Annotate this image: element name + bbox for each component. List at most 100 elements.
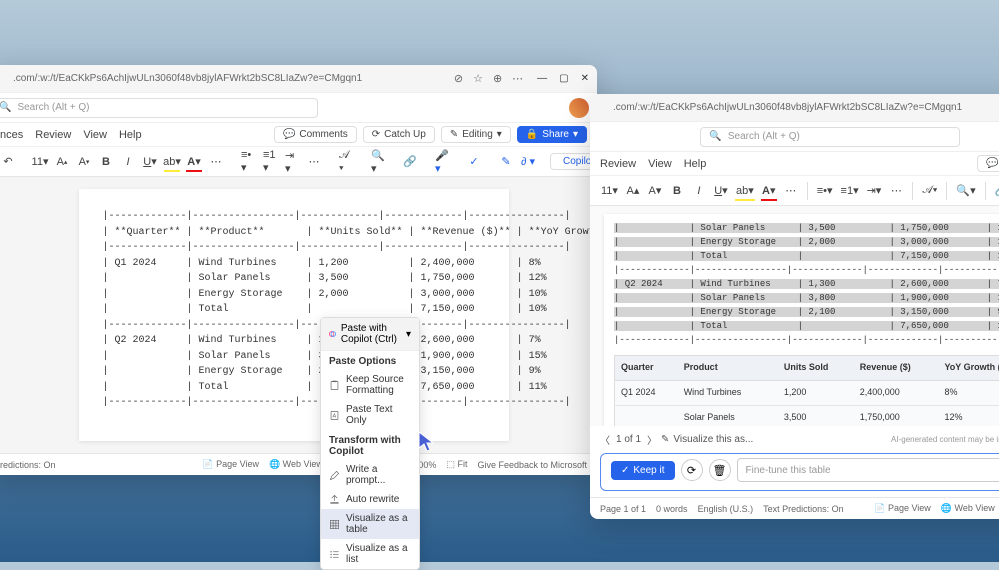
- paste-text-only[interactable]: A Paste Text Only: [321, 400, 419, 430]
- font-color-button[interactable]: A ▾: [184, 151, 204, 173]
- italic-button[interactable]: I: [118, 151, 138, 173]
- pageview-button[interactable]: 📄 Page View: [874, 503, 931, 514]
- menu-review[interactable]: Review: [35, 129, 71, 141]
- indent-button[interactable]: ⇥▾: [864, 180, 885, 202]
- collections-icon[interactable]: ⊕: [493, 72, 502, 85]
- page-count[interactable]: Page 1 of 1: [600, 504, 646, 514]
- viz-as-label[interactable]: Visualize this as...: [673, 434, 753, 445]
- italic-button[interactable]: I: [689, 180, 709, 202]
- styles-button[interactable]: 𝒜▾: [919, 180, 940, 202]
- next-button[interactable]: 〉: [647, 432, 657, 447]
- designer-button[interactable]: ✎: [496, 151, 516, 173]
- link-button[interactable]: 🔗: [992, 180, 999, 202]
- dictate-button[interactable]: 🎤 ▾: [432, 151, 452, 173]
- comments-button[interactable]: 💬 Comments: [977, 155, 999, 172]
- link-button[interactable]: 🔗: [400, 151, 420, 173]
- shrink-font-button[interactable]: A▾: [645, 180, 665, 202]
- font-color-button[interactable]: A▾: [759, 180, 779, 202]
- copilot-icon: [329, 328, 336, 340]
- fit-button[interactable]: ⬚ Fit: [446, 459, 467, 470]
- titlebar-icons: ⊘ ☆ ⊕ ⋯: [450, 72, 527, 85]
- comments-button[interactable]: 💬 Comments: [274, 126, 357, 143]
- word-count[interactable]: 0 words: [656, 504, 688, 514]
- bold-button[interactable]: B: [96, 151, 116, 173]
- keep-source-formatting[interactable]: Keep Source Formatting: [321, 370, 419, 400]
- more-icon[interactable]: ⋯: [512, 72, 523, 85]
- th-revenue: Revenue ($): [854, 356, 939, 381]
- share-button[interactable]: 🔒 Share ▾: [517, 126, 587, 143]
- find-button[interactable]: 🔍▾: [953, 180, 978, 202]
- designer-dropdown[interactable]: ∂ ▾: [518, 151, 538, 173]
- visualize-as-list[interactable]: Visualize as a list: [321, 539, 419, 569]
- discard-button[interactable]: 🗑: [709, 459, 731, 481]
- editor-button[interactable]: ✓: [464, 151, 484, 173]
- catchup-button[interactable]: ⟳ Catch Up: [363, 126, 435, 143]
- underline-button[interactable]: U ▾: [140, 151, 160, 173]
- bullets-button[interactable]: ≡• ▾: [238, 151, 258, 173]
- indent-button[interactable]: ⇥ ▾: [282, 151, 302, 173]
- more-font-button[interactable]: ⋯: [781, 180, 801, 202]
- auto-rewrite[interactable]: Auto rewrite: [321, 490, 419, 509]
- close-button[interactable]: ✕: [581, 73, 589, 84]
- finetune-input[interactable]: Fine-tune this table ➤: [737, 458, 999, 482]
- more-para-button[interactable]: ⋯: [304, 151, 324, 173]
- document-canvas: |-------------|-----------------|-------…: [0, 177, 597, 453]
- webview-button[interactable]: 🌐 Web View: [269, 459, 323, 470]
- minimize-button[interactable]: —: [537, 73, 547, 84]
- document-page[interactable]: |-------------|-----------------|-------…: [79, 189, 509, 441]
- menu-view[interactable]: View: [83, 129, 107, 141]
- editing-button[interactable]: ✎ Editing ▾: [441, 126, 511, 143]
- find-button[interactable]: 🔍 ▾: [368, 151, 388, 173]
- prev-button[interactable]: 〈: [600, 432, 610, 447]
- more-para-button[interactable]: ⋯: [886, 180, 906, 202]
- titlebar: .com/:w:/t/EaCKkPs6AchIjwULn3060f48vb8jy…: [0, 65, 597, 93]
- menu-review[interactable]: Review: [600, 158, 636, 170]
- more-font-button[interactable]: ⋯: [206, 151, 226, 173]
- grow-font-button[interactable]: A▴: [623, 180, 643, 202]
- menubar: nces Review View Help 💬 Comments ⟳ Catch…: [0, 123, 597, 147]
- fontsize-field[interactable]: 11 ▾: [30, 151, 50, 173]
- search-input[interactable]: 🔍 Search (Alt + Q): [700, 127, 959, 147]
- highlight-button[interactable]: ab ▾: [162, 151, 182, 173]
- list-icon: [329, 549, 340, 560]
- highlight-button[interactable]: ab▾: [733, 180, 757, 202]
- document-page[interactable]: | | Solar Panels | 3,500 | 1,750,000 | 1…: [604, 214, 999, 426]
- styles-button[interactable]: 𝒜 ▾: [336, 151, 356, 173]
- menu-references[interactable]: nces: [0, 129, 23, 141]
- doc-line: | Q1 2024 | Wind Turbines | 1,200 | 2,40…: [103, 256, 485, 272]
- clipboard-icon: [329, 380, 340, 391]
- feedback-link[interactable]: Give Feedback to Microsoft: [477, 460, 587, 470]
- webview-button[interactable]: 🌐 Web View: [941, 503, 995, 514]
- menu-view[interactable]: View: [648, 158, 672, 170]
- avatar[interactable]: [569, 98, 589, 118]
- ctxmenu-header[interactable]: Paste with Copilot (Ctrl) ▾: [321, 318, 419, 351]
- write-prompt[interactable]: Write a prompt...: [321, 460, 419, 490]
- pageview-button[interactable]: 📄 Page View: [202, 459, 259, 470]
- titlebar: .com/:w:/t/EaCKkPs6AchIjwULn3060f48vb8jy…: [590, 94, 999, 122]
- undo-button[interactable]: ↶: [0, 151, 18, 173]
- language[interactable]: English (U.S.): [698, 504, 754, 514]
- table-cell: 3,500: [778, 406, 854, 426]
- menu-help[interactable]: Help: [119, 129, 142, 141]
- regenerate-button[interactable]: ⟳: [681, 459, 703, 481]
- keep-it-button[interactable]: ✓ Keep it: [611, 461, 675, 480]
- predictions-status[interactable]: Text Predictions: On: [763, 504, 844, 514]
- visualize-as-table[interactable]: Visualize as a table: [321, 509, 419, 539]
- predictions-status[interactable]: redictions: On: [0, 460, 56, 470]
- numbering-button[interactable]: ≡1 ▾: [260, 151, 280, 173]
- paste-context-menu: Paste with Copilot (Ctrl) ▾ Paste Option…: [320, 317, 420, 570]
- numbering-button[interactable]: ≡1▾: [838, 180, 862, 202]
- underline-button[interactable]: U ▾: [711, 180, 731, 202]
- shrink-font-button[interactable]: A▾: [74, 151, 94, 173]
- maximize-button[interactable]: ▢: [559, 73, 568, 84]
- menu-help[interactable]: Help: [684, 158, 707, 170]
- favorite-icon[interactable]: ☆: [473, 72, 483, 85]
- tracking-icon[interactable]: ⊘: [454, 72, 463, 85]
- search-input[interactable]: 🔍 Search (Alt + Q): [0, 98, 318, 118]
- doc-line: | | Solar Panels | 3,800 | 1,900,000 | 1…: [103, 349, 485, 365]
- fontsize-field[interactable]: 11 ▾: [598, 180, 621, 202]
- bold-button[interactable]: B: [667, 180, 687, 202]
- grow-font-button[interactable]: A▴: [52, 151, 72, 173]
- bullets-button[interactable]: ≡•▾: [814, 180, 836, 202]
- selected-text: | | Total | | 7,650,000 | 11% |: [614, 321, 999, 331]
